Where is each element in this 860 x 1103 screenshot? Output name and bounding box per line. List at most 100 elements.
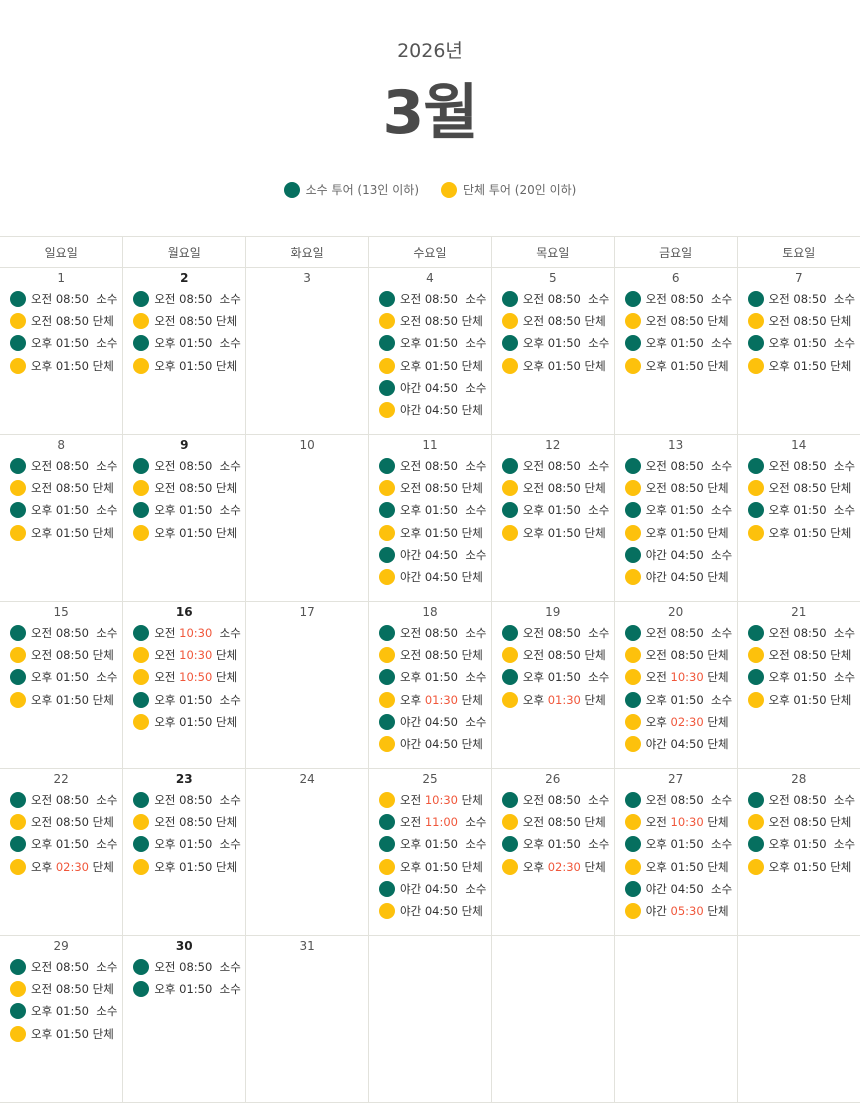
small-tour-slot[interactable]: 오후 01:50 소수 xyxy=(369,332,491,354)
small-tour-slot[interactable]: 오후 01:50 소수 xyxy=(492,332,614,354)
small-tour-slot[interactable]: 오전 08:50 소수 xyxy=(0,288,122,310)
group-tour-slot[interactable]: 오전 08:50 단체 xyxy=(738,811,860,833)
group-tour-slot[interactable]: 오전 10:30 단체 xyxy=(123,644,245,666)
group-tour-slot[interactable]: 오전 08:50 단체 xyxy=(738,477,860,499)
group-tour-slot[interactable]: 오전 08:50 단체 xyxy=(492,644,614,666)
small-tour-slot[interactable]: 오후 01:50 소수 xyxy=(123,689,245,711)
group-tour-slot[interactable]: 오후 01:50 단체 xyxy=(738,689,860,711)
group-tour-slot[interactable]: 오전 10:30 단체 xyxy=(615,811,737,833)
small-tour-slot[interactable]: 오후 01:50 소수 xyxy=(123,499,245,521)
group-tour-slot[interactable]: 오전 08:50 단체 xyxy=(123,477,245,499)
small-tour-slot[interactable]: 오후 01:50 소수 xyxy=(615,833,737,855)
small-tour-slot[interactable]: 오후 01:50 소수 xyxy=(123,332,245,354)
small-tour-slot[interactable]: 오후 01:50 소수 xyxy=(0,499,122,521)
small-tour-slot[interactable]: 오후 01:50 소수 xyxy=(0,332,122,354)
group-tour-slot[interactable]: 오전 08:50 단체 xyxy=(615,644,737,666)
group-tour-slot[interactable]: 오후 01:50 단체 xyxy=(123,711,245,733)
small-tour-slot[interactable]: 오전 08:50 소수 xyxy=(615,622,737,644)
small-tour-slot[interactable]: 오전 08:50 소수 xyxy=(369,455,491,477)
small-tour-slot[interactable]: 오후 01:50 소수 xyxy=(369,666,491,688)
group-tour-slot[interactable]: 오후 01:50 단체 xyxy=(0,689,122,711)
group-tour-slot[interactable]: 오후 01:50 단체 xyxy=(615,856,737,878)
group-tour-slot[interactable]: 오전 08:50 단체 xyxy=(369,644,491,666)
small-tour-slot[interactable]: 오전 08:50 소수 xyxy=(123,956,245,978)
group-tour-slot[interactable]: 오전 08:50 단체 xyxy=(615,477,737,499)
small-tour-slot[interactable]: 오후 01:50 소수 xyxy=(369,499,491,521)
small-tour-slot[interactable]: 오전 08:50 소수 xyxy=(615,288,737,310)
group-tour-slot[interactable]: 오후 01:50 단체 xyxy=(369,355,491,377)
small-tour-slot[interactable]: 오후 01:50 소수 xyxy=(492,499,614,521)
group-tour-slot[interactable]: 야간 04:50 단체 xyxy=(369,733,491,755)
small-tour-slot[interactable]: 야간 04:50 소수 xyxy=(369,377,491,399)
group-tour-slot[interactable]: 오전 08:50 단체 xyxy=(492,477,614,499)
small-tour-slot[interactable]: 오전 08:50 소수 xyxy=(0,789,122,811)
group-tour-slot[interactable]: 오전 08:50 단체 xyxy=(0,978,122,1000)
small-tour-slot[interactable]: 오전 08:50 소수 xyxy=(738,455,860,477)
group-tour-slot[interactable]: 오전 08:50 단체 xyxy=(492,310,614,332)
group-tour-slot[interactable]: 오후 01:50 단체 xyxy=(492,355,614,377)
group-tour-slot[interactable]: 오후 02:30 단체 xyxy=(0,856,122,878)
group-tour-slot[interactable]: 오전 08:50 단체 xyxy=(738,310,860,332)
group-tour-slot[interactable]: 오전 08:50 단체 xyxy=(0,477,122,499)
group-tour-slot[interactable]: 오전 08:50 단체 xyxy=(369,477,491,499)
small-tour-slot[interactable]: 오전 08:50 소수 xyxy=(615,789,737,811)
small-tour-slot[interactable]: 야간 04:50 소수 xyxy=(369,711,491,733)
group-tour-slot[interactable]: 야간 05:30 단체 xyxy=(615,900,737,922)
small-tour-slot[interactable]: 오전 08:50 소수 xyxy=(0,956,122,978)
small-tour-slot[interactable]: 오후 01:50 소수 xyxy=(123,833,245,855)
small-tour-slot[interactable]: 야간 04:50 소수 xyxy=(369,878,491,900)
small-tour-slot[interactable]: 오후 01:50 소수 xyxy=(738,666,860,688)
group-tour-slot[interactable]: 오후 02:30 단체 xyxy=(492,856,614,878)
group-tour-slot[interactable]: 야간 04:50 단체 xyxy=(369,399,491,421)
group-tour-slot[interactable]: 오후 01:30 단체 xyxy=(369,689,491,711)
small-tour-slot[interactable]: 오전 08:50 소수 xyxy=(492,789,614,811)
small-tour-slot[interactable]: 오전 08:50 소수 xyxy=(492,622,614,644)
small-tour-slot[interactable]: 오전 10:30 소수 xyxy=(123,622,245,644)
group-tour-slot[interactable]: 오후 01:50 단체 xyxy=(0,355,122,377)
group-tour-slot[interactable]: 오전 08:50 단체 xyxy=(0,310,122,332)
group-tour-slot[interactable]: 오전 08:50 단체 xyxy=(123,310,245,332)
small-tour-slot[interactable]: 오전 08:50 소수 xyxy=(0,455,122,477)
group-tour-slot[interactable]: 오후 01:50 단체 xyxy=(738,522,860,544)
small-tour-slot[interactable]: 오전 08:50 소수 xyxy=(738,622,860,644)
small-tour-slot[interactable]: 오후 01:50 소수 xyxy=(615,499,737,521)
group-tour-slot[interactable]: 오후 01:50 단체 xyxy=(738,355,860,377)
small-tour-slot[interactable]: 오후 01:50 소수 xyxy=(0,833,122,855)
group-tour-slot[interactable]: 오후 02:30 단체 xyxy=(615,711,737,733)
group-tour-slot[interactable]: 오후 01:30 단체 xyxy=(492,689,614,711)
small-tour-slot[interactable]: 오전 08:50 소수 xyxy=(492,288,614,310)
small-tour-slot[interactable]: 오전 08:50 소수 xyxy=(123,455,245,477)
small-tour-slot[interactable]: 오전 08:50 소수 xyxy=(123,789,245,811)
small-tour-slot[interactable]: 오후 01:50 소수 xyxy=(615,332,737,354)
small-tour-slot[interactable]: 오전 08:50 소수 xyxy=(738,288,860,310)
group-tour-slot[interactable]: 오전 10:50 단체 xyxy=(123,666,245,688)
group-tour-slot[interactable]: 오후 01:50 단체 xyxy=(615,355,737,377)
small-tour-slot[interactable]: 오전 08:50 소수 xyxy=(369,288,491,310)
small-tour-slot[interactable]: 오후 01:50 소수 xyxy=(738,833,860,855)
small-tour-slot[interactable]: 오후 01:50 소수 xyxy=(738,332,860,354)
small-tour-slot[interactable]: 오전 08:50 소수 xyxy=(615,455,737,477)
group-tour-slot[interactable]: 오전 10:30 단체 xyxy=(369,789,491,811)
group-tour-slot[interactable]: 오전 08:50 단체 xyxy=(492,811,614,833)
group-tour-slot[interactable]: 오후 01:50 단체 xyxy=(0,522,122,544)
group-tour-slot[interactable]: 야간 04:50 단체 xyxy=(369,900,491,922)
group-tour-slot[interactable]: 야간 04:50 단체 xyxy=(615,566,737,588)
group-tour-slot[interactable]: 야간 04:50 단체 xyxy=(615,733,737,755)
small-tour-slot[interactable]: 오후 01:50 소수 xyxy=(123,978,245,1000)
small-tour-slot[interactable]: 오후 01:50 소수 xyxy=(492,666,614,688)
small-tour-slot[interactable]: 야간 04:50 소수 xyxy=(369,544,491,566)
group-tour-slot[interactable]: 오전 08:50 단체 xyxy=(0,644,122,666)
group-tour-slot[interactable]: 오후 01:50 단체 xyxy=(123,522,245,544)
group-tour-slot[interactable]: 오후 01:50 단체 xyxy=(369,522,491,544)
group-tour-slot[interactable]: 오전 08:50 단체 xyxy=(369,310,491,332)
small-tour-slot[interactable]: 오전 08:50 소수 xyxy=(123,288,245,310)
group-tour-slot[interactable]: 오후 01:50 단체 xyxy=(615,522,737,544)
group-tour-slot[interactable]: 오전 08:50 단체 xyxy=(738,644,860,666)
small-tour-slot[interactable]: 오후 01:50 소수 xyxy=(0,1000,122,1022)
small-tour-slot[interactable]: 오후 01:50 소수 xyxy=(0,666,122,688)
small-tour-slot[interactable]: 야간 04:50 소수 xyxy=(615,878,737,900)
small-tour-slot[interactable]: 야간 04:50 소수 xyxy=(615,544,737,566)
group-tour-slot[interactable]: 야간 04:50 단체 xyxy=(369,566,491,588)
small-tour-slot[interactable]: 오전 08:50 소수 xyxy=(0,622,122,644)
group-tour-slot[interactable]: 오후 01:50 단체 xyxy=(738,856,860,878)
